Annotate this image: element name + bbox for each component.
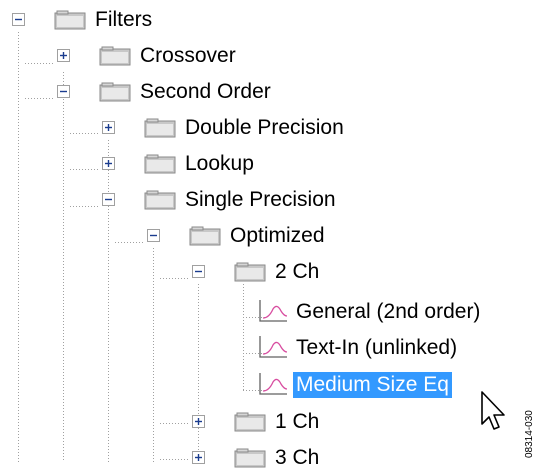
tree-node-single-precision[interactable]: Single Precision [102, 184, 553, 216]
tree-node-label[interactable]: Crossover [137, 43, 239, 69]
filter-response-icon [259, 300, 288, 322]
tree-node-label[interactable]: Lookup [182, 151, 257, 177]
tree-node-general-2nd-order[interactable]: General (2nd order) [237, 296, 553, 328]
expand-toggle-icon[interactable] [102, 157, 115, 170]
tree-node-label[interactable]: Double Precision [182, 115, 347, 141]
tree-node-crossover[interactable]: Crossover [57, 40, 553, 72]
folder-icon [189, 226, 221, 246]
folder-icon [144, 118, 176, 138]
tree-node-filters[interactable]: Filters [12, 4, 553, 36]
tree-node-label[interactable]: Second Order [137, 79, 274, 105]
folder-icon [144, 154, 176, 174]
tree-node-label[interactable]: Filters [92, 7, 155, 33]
tree-node-2-ch[interactable]: 2 Ch [192, 256, 553, 288]
tree-node-label[interactable]: Optimized [227, 223, 328, 249]
tree-node-text-in-unlinked[interactable]: Text-In (unlinked) [237, 332, 553, 364]
tree-node-lookup[interactable]: Lookup [102, 148, 553, 180]
folder-icon [234, 412, 266, 432]
collapse-toggle-icon[interactable] [192, 265, 205, 278]
folder-icon [234, 262, 266, 282]
collapse-toggle-icon[interactable] [102, 193, 115, 206]
filter-response-icon [259, 336, 288, 358]
folder-icon [99, 82, 131, 102]
folder-icon [99, 46, 131, 66]
collapse-toggle-icon[interactable] [147, 229, 160, 242]
filter-response-icon [259, 373, 288, 395]
tree-node-label[interactable]: Text-In (unlinked) [293, 335, 460, 361]
expand-toggle-icon[interactable] [192, 451, 205, 464]
tree-node-label[interactable]: 3 Ch [272, 445, 322, 471]
expand-toggle-icon[interactable] [57, 49, 70, 62]
tree-node-label[interactable]: General (2nd order) [293, 299, 483, 325]
expand-toggle-icon[interactable] [102, 121, 115, 134]
tree-view[interactable]: Filters Crossover Second Order Double Preci… [0, 0, 553, 469]
tree-node-label[interactable]: 2 Ch [272, 259, 322, 285]
collapse-toggle-icon[interactable] [12, 13, 25, 26]
mouse-pointer-icon [481, 391, 505, 430]
folder-icon [144, 190, 176, 210]
expand-toggle-icon[interactable] [192, 415, 205, 428]
tree-node-optimized[interactable]: Optimized [147, 220, 553, 252]
figure-id: 08314-030 [524, 410, 535, 458]
tree-node-label-selected[interactable]: Medium Size Eq [293, 372, 452, 398]
tree-node-double-precision[interactable]: Double Precision [102, 112, 553, 144]
folder-icon [234, 448, 266, 468]
tree-node-label[interactable]: Single Precision [182, 187, 339, 213]
folder-icon [54, 10, 86, 30]
tree-node-label[interactable]: 1 Ch [272, 409, 322, 435]
tree-node-3-ch[interactable]: 3 Ch [192, 442, 553, 474]
collapse-toggle-icon[interactable] [57, 85, 70, 98]
tree-node-second-order[interactable]: Second Order [57, 76, 553, 108]
